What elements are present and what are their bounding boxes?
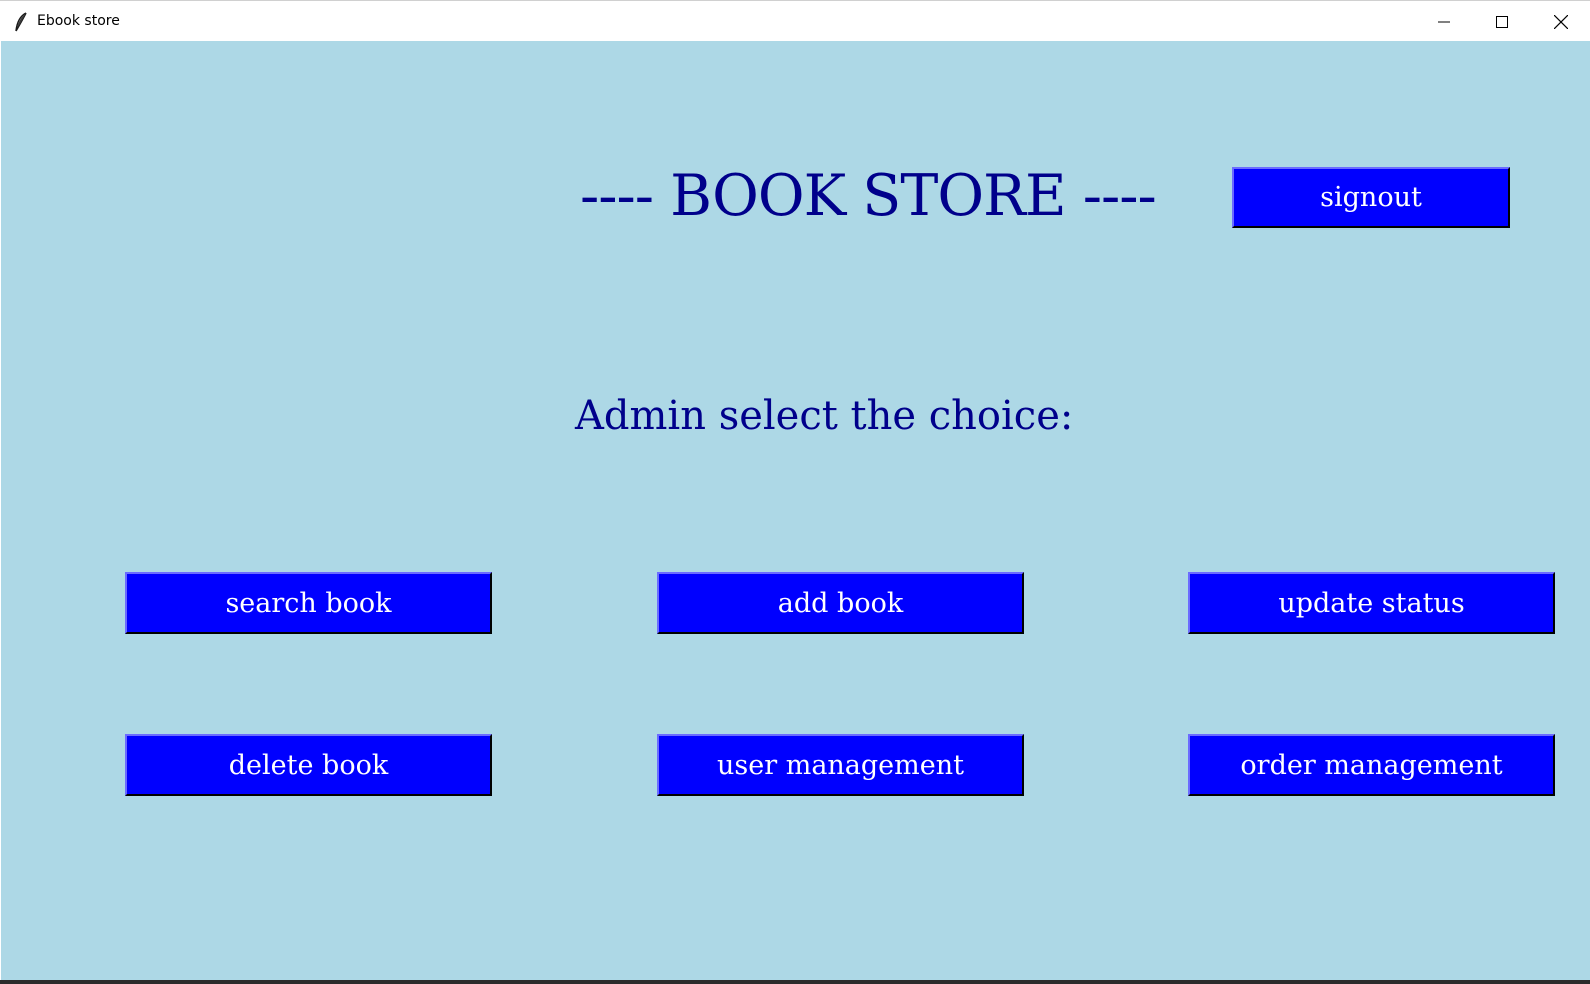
minimize-icon (1438, 21, 1450, 22)
add-book-button[interactable]: add book (657, 572, 1024, 634)
search-book-button[interactable]: search book (125, 572, 492, 634)
window-title: Ebook store (37, 13, 120, 29)
maximize-button[interactable] (1473, 1, 1531, 42)
choice-prompt: Admin select the choice: (575, 393, 1074, 439)
close-button[interactable] (1532, 1, 1590, 42)
maximize-icon (1496, 15, 1508, 28)
signout-button[interactable]: signout (1232, 167, 1510, 228)
minimize-button[interactable] (1415, 1, 1473, 42)
user-management-button[interactable]: user management (657, 734, 1024, 796)
update-status-button[interactable]: update status (1188, 572, 1555, 634)
delete-book-button[interactable]: delete book (125, 734, 492, 796)
feather-icon (15, 12, 27, 32)
title-bar[interactable]: Ebook store (0, 0, 1590, 41)
order-management-button[interactable]: order management (1188, 734, 1555, 796)
main-panel: ---- BOOK STORE ---- signout Admin selec… (1, 41, 1590, 981)
close-icon (1554, 14, 1568, 29)
background-taskbar-strip (0, 980, 1590, 984)
page-title: ---- BOOK STORE ---- (580, 163, 1157, 229)
app-window: Ebook store ---- BOOK STORE ---- signout… (0, 0, 1590, 984)
